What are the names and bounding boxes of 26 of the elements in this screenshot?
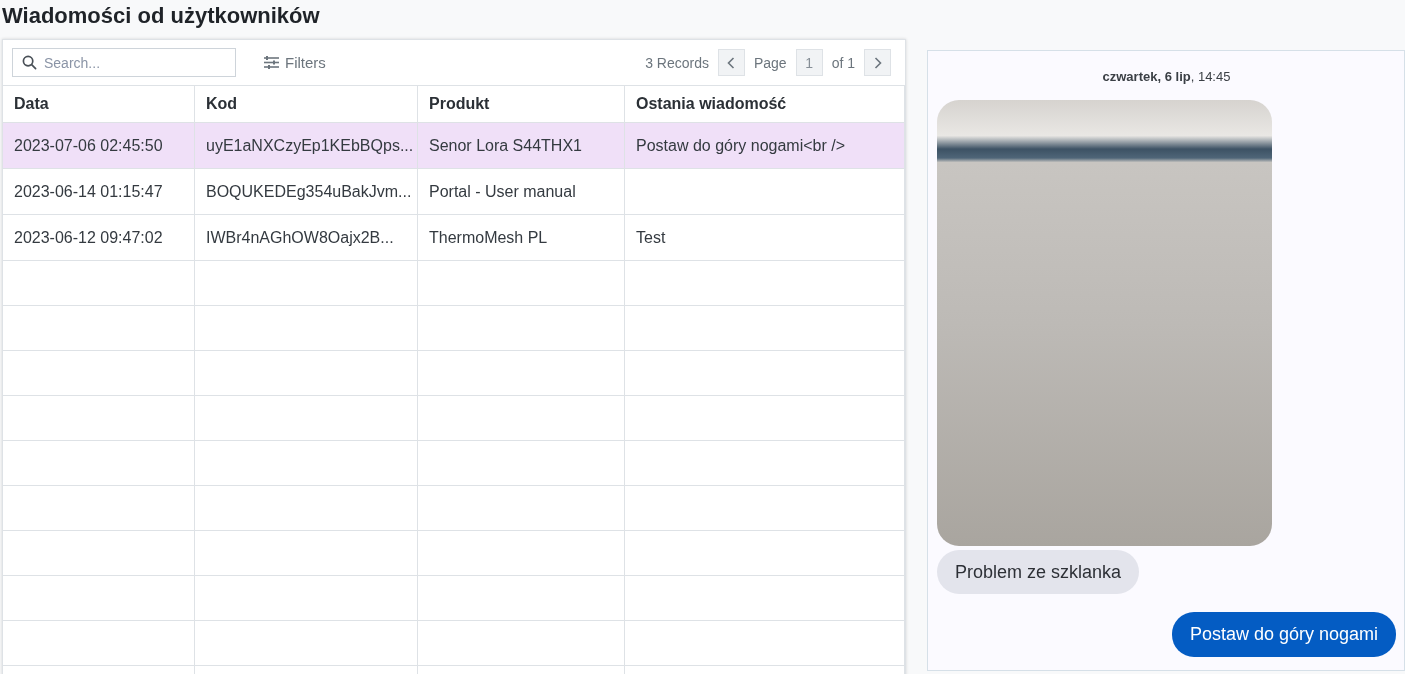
search-field[interactable]: Search... <box>12 48 236 77</box>
sent-message: Postaw do góry nogami <box>1171 612 1396 657</box>
page-number-field[interactable]: 1 <box>795 49 823 76</box>
table-cell: BOQUKEDEg354uBakJvm... <box>195 168 418 214</box>
sliders-icon <box>264 56 279 69</box>
table-cell: Senor Lora S44THX1 <box>418 122 625 168</box>
table-cell: Portal - User manual <box>418 168 625 214</box>
received-message: Problem ze szklanka <box>937 550 1140 594</box>
table-cell: IWBr4nAGhOW8Oajx2B... <box>195 214 418 260</box>
next-page-button[interactable] <box>864 49 891 76</box>
chevron-right-icon <box>873 56 882 69</box>
chevron-left-icon <box>727 56 736 69</box>
table-cell: 2023-06-12 09:47:02 <box>3 214 195 260</box>
page-total: of 1 <box>831 54 855 71</box>
page-title: Wiadomości od użytkowników <box>1 2 321 30</box>
table-cell: ThermoMesh PL <box>418 214 625 260</box>
page-label: Page <box>753 54 787 71</box>
table-cell: 2023-06-14 01:15:47 <box>3 168 195 214</box>
table-cell: uyE1aNXCzyEp1KEbBQps... <box>195 122 418 168</box>
previous-page-button[interactable] <box>717 49 745 76</box>
table-cell: 2023-07-06 02:45:50 <box>3 122 195 168</box>
table-cell: Test <box>625 214 905 260</box>
filters-button[interactable]: Filters <box>262 52 328 73</box>
table-cell: Postaw do góry nogami<br /> <box>625 122 905 168</box>
records-count: 3 Records <box>645 54 709 71</box>
date-header: czwartek, 6 lip, 14:45 <box>1102 69 1231 84</box>
